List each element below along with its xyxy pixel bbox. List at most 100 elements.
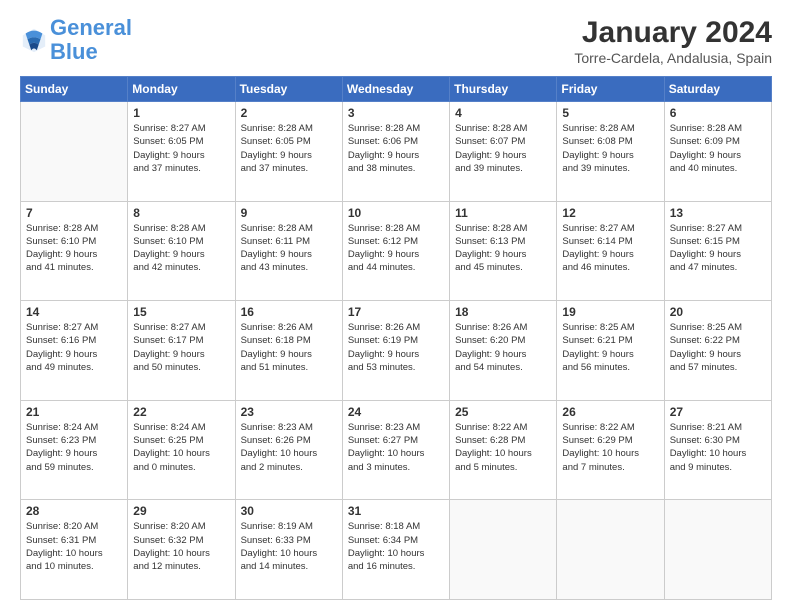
logo-line1: General bbox=[50, 15, 132, 40]
day-number: 8 bbox=[133, 206, 229, 220]
day-info: Sunrise: 8:28 AMSunset: 6:11 PMDaylight:… bbox=[241, 222, 337, 275]
day-info: Sunrise: 8:24 AMSunset: 6:23 PMDaylight:… bbox=[26, 421, 122, 474]
table-row: 16 Sunrise: 8:26 AMSunset: 6:18 PMDayligh… bbox=[235, 301, 342, 401]
week-row-2: 7 Sunrise: 8:28 AMSunset: 6:10 PMDaylight… bbox=[21, 201, 772, 301]
day-info: Sunrise: 8:28 AMSunset: 6:10 PMDaylight:… bbox=[133, 222, 229, 275]
table-row: 27 Sunrise: 8:21 AMSunset: 6:30 PMDayligh… bbox=[664, 400, 771, 500]
day-number: 10 bbox=[348, 206, 444, 220]
week-row-1: 1 Sunrise: 8:27 AMSunset: 6:05 PMDaylight… bbox=[21, 102, 772, 202]
day-info: Sunrise: 8:28 AMSunset: 6:08 PMDaylight:… bbox=[562, 122, 658, 175]
table-row: 20Sunrise: 8:25 AMSunset: 6:22 PMDayligh… bbox=[664, 301, 771, 401]
col-tuesday: Tuesday bbox=[235, 77, 342, 102]
week-row-5: 28 Sunrise: 8:20 AMSunset: 6:31 PMDayligh… bbox=[21, 500, 772, 600]
day-info: Sunrise: 8:20 AMSunset: 6:32 PMDaylight:… bbox=[133, 520, 229, 573]
day-number: 4 bbox=[455, 106, 551, 120]
day-number: 24 bbox=[348, 405, 444, 419]
day-info: Sunrise: 8:20 AMSunset: 6:31 PMDaylight:… bbox=[26, 520, 122, 573]
day-info: Sunrise: 8:28 AMSunset: 6:13 PMDaylight:… bbox=[455, 222, 551, 275]
day-number: 25 bbox=[455, 405, 551, 419]
table-row: 21Sunrise: 8:24 AMSunset: 6:23 PMDayligh… bbox=[21, 400, 128, 500]
day-number: 7 bbox=[26, 206, 122, 220]
table-row: 3 Sunrise: 8:28 AMSunset: 6:06 PMDaylight… bbox=[342, 102, 449, 202]
day-number: 27 bbox=[670, 405, 766, 419]
day-number: 15 bbox=[133, 305, 229, 319]
day-info: Sunrise: 8:25 AMSunset: 6:22 PMDaylight:… bbox=[670, 321, 766, 374]
col-friday: Friday bbox=[557, 77, 664, 102]
day-number: 6 bbox=[670, 106, 766, 120]
table-row: 10 Sunrise: 8:28 AMSunset: 6:12 PMDayligh… bbox=[342, 201, 449, 301]
table-row: 29 Sunrise: 8:20 AMSunset: 6:32 PMDayligh… bbox=[128, 500, 235, 600]
day-number: 12 bbox=[562, 206, 658, 220]
day-number: 23 bbox=[241, 405, 337, 419]
day-number: 18 bbox=[455, 305, 551, 319]
table-row: 26 Sunrise: 8:22 AMSunset: 6:29 PMDayligh… bbox=[557, 400, 664, 500]
day-info: Sunrise: 8:18 AMSunset: 6:34 PMDaylight:… bbox=[348, 520, 444, 573]
table-row: 19 Sunrise: 8:25 AMSunset: 6:21 PMDayligh… bbox=[557, 301, 664, 401]
day-number: 29 bbox=[133, 504, 229, 518]
day-info: Sunrise: 8:28 AMSunset: 6:07 PMDaylight:… bbox=[455, 122, 551, 175]
table-row: 24Sunrise: 8:23 AMSunset: 6:27 PMDayligh… bbox=[342, 400, 449, 500]
table-row: 6 Sunrise: 8:28 AMSunset: 6:09 PMDaylight… bbox=[664, 102, 771, 202]
day-number: 16 bbox=[241, 305, 337, 319]
day-info: Sunrise: 8:26 AMSunset: 6:18 PMDaylight:… bbox=[241, 321, 337, 374]
day-info: Sunrise: 8:27 AMSunset: 6:17 PMDaylight:… bbox=[133, 321, 229, 374]
day-number: 3 bbox=[348, 106, 444, 120]
logo: General Blue bbox=[20, 16, 132, 64]
table-row: 8 Sunrise: 8:28 AMSunset: 6:10 PMDaylight… bbox=[128, 201, 235, 301]
day-number: 11 bbox=[455, 206, 551, 220]
logo-line2: Blue bbox=[50, 39, 98, 64]
day-number: 14 bbox=[26, 305, 122, 319]
table-row: 15 Sunrise: 8:27 AMSunset: 6:17 PMDayligh… bbox=[128, 301, 235, 401]
day-number: 31 bbox=[348, 504, 444, 518]
header: General Blue January 2024 Torre-Cardela,… bbox=[20, 16, 772, 66]
day-number: 19 bbox=[562, 305, 658, 319]
day-info: Sunrise: 8:23 AMSunset: 6:26 PMDaylight:… bbox=[241, 421, 337, 474]
table-row: 31 Sunrise: 8:18 AMSunset: 6:34 PMDayligh… bbox=[342, 500, 449, 600]
table-row: 13 Sunrise: 8:27 AMSunset: 6:15 PMDayligh… bbox=[664, 201, 771, 301]
day-info: Sunrise: 8:27 AMSunset: 6:15 PMDaylight:… bbox=[670, 222, 766, 275]
table-row: 4 Sunrise: 8:28 AMSunset: 6:07 PMDaylight… bbox=[450, 102, 557, 202]
day-info: Sunrise: 8:28 AMSunset: 6:12 PMDaylight:… bbox=[348, 222, 444, 275]
col-thursday: Thursday bbox=[450, 77, 557, 102]
table-row: 2 Sunrise: 8:28 AMSunset: 6:05 PMDaylight… bbox=[235, 102, 342, 202]
day-info: Sunrise: 8:21 AMSunset: 6:30 PMDaylight:… bbox=[670, 421, 766, 474]
day-number: 2 bbox=[241, 106, 337, 120]
table-row bbox=[450, 500, 557, 600]
day-info: Sunrise: 8:27 AMSunset: 6:16 PMDaylight:… bbox=[26, 321, 122, 374]
table-row bbox=[21, 102, 128, 202]
day-number: 1 bbox=[133, 106, 229, 120]
month-title: January 2024 bbox=[574, 16, 772, 50]
col-wednesday: Wednesday bbox=[342, 77, 449, 102]
day-number: 17 bbox=[348, 305, 444, 319]
table-row: 9Sunrise: 8:28 AMSunset: 6:11 PMDaylight… bbox=[235, 201, 342, 301]
page: General Blue January 2024 Torre-Cardela,… bbox=[0, 0, 792, 612]
day-number: 28 bbox=[26, 504, 122, 518]
day-info: Sunrise: 8:26 AMSunset: 6:20 PMDaylight:… bbox=[455, 321, 551, 374]
day-info: Sunrise: 8:22 AMSunset: 6:29 PMDaylight:… bbox=[562, 421, 658, 474]
calendar-table: Sunday Monday Tuesday Wednesday Thursday… bbox=[20, 76, 772, 600]
day-info: Sunrise: 8:28 AMSunset: 6:09 PMDaylight:… bbox=[670, 122, 766, 175]
table-row: 18 Sunrise: 8:26 AMSunset: 6:20 PMDayligh… bbox=[450, 301, 557, 401]
col-monday: Monday bbox=[128, 77, 235, 102]
day-info: Sunrise: 8:24 AMSunset: 6:25 PMDaylight:… bbox=[133, 421, 229, 474]
col-sunday: Sunday bbox=[21, 77, 128, 102]
day-number: 13 bbox=[670, 206, 766, 220]
day-info: Sunrise: 8:26 AMSunset: 6:19 PMDaylight:… bbox=[348, 321, 444, 374]
day-info: Sunrise: 8:25 AMSunset: 6:21 PMDaylight:… bbox=[562, 321, 658, 374]
calendar-header-row: Sunday Monday Tuesday Wednesday Thursday… bbox=[21, 77, 772, 102]
day-info: Sunrise: 8:19 AMSunset: 6:33 PMDaylight:… bbox=[241, 520, 337, 573]
week-row-4: 21Sunrise: 8:24 AMSunset: 6:23 PMDayligh… bbox=[21, 400, 772, 500]
table-row: 25Sunrise: 8:22 AMSunset: 6:28 PMDayligh… bbox=[450, 400, 557, 500]
day-number: 26 bbox=[562, 405, 658, 419]
day-info: Sunrise: 8:28 AMSunset: 6:05 PMDaylight:… bbox=[241, 122, 337, 175]
day-info: Sunrise: 8:27 AMSunset: 6:05 PMDaylight:… bbox=[133, 122, 229, 175]
day-info: Sunrise: 8:27 AMSunset: 6:14 PMDaylight:… bbox=[562, 222, 658, 275]
table-row: 22Sunrise: 8:24 AMSunset: 6:25 PMDayligh… bbox=[128, 400, 235, 500]
table-row: 5Sunrise: 8:28 AMSunset: 6:08 PMDaylight… bbox=[557, 102, 664, 202]
col-saturday: Saturday bbox=[664, 77, 771, 102]
day-info: Sunrise: 8:28 AMSunset: 6:06 PMDaylight:… bbox=[348, 122, 444, 175]
day-info: Sunrise: 8:28 AMSunset: 6:10 PMDaylight:… bbox=[26, 222, 122, 275]
table-row: 17 Sunrise: 8:26 AMSunset: 6:19 PMDayligh… bbox=[342, 301, 449, 401]
table-row bbox=[557, 500, 664, 600]
table-row: 23 Sunrise: 8:23 AMSunset: 6:26 PMDayligh… bbox=[235, 400, 342, 500]
